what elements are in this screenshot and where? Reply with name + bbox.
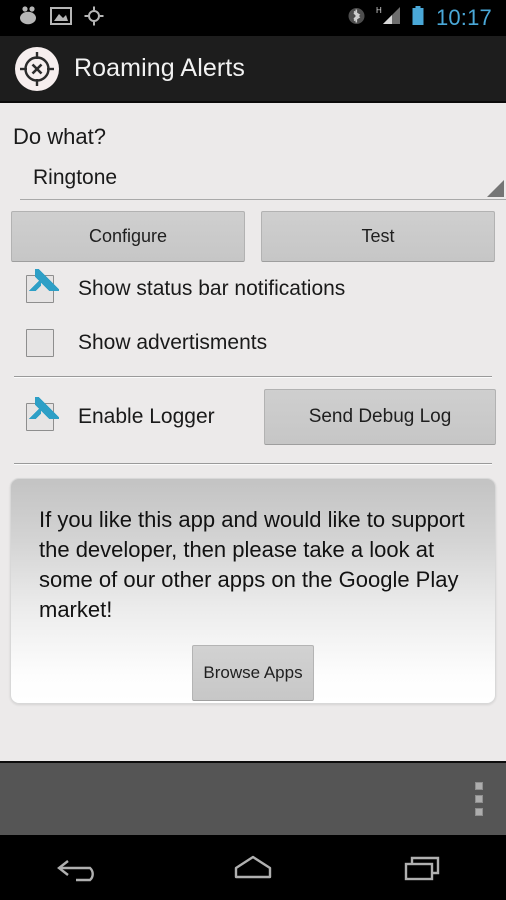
nav-back-button[interactable]: [0, 835, 169, 900]
spinner-selected-value: Ringtone: [33, 166, 118, 189]
navigation-bar: [0, 835, 506, 900]
show-advertisments-row[interactable]: Show advertisments: [10, 316, 496, 370]
page-title: Roaming Alerts: [74, 54, 245, 82]
overflow-menu-icon[interactable]: [460, 762, 506, 836]
gps-location-icon: [83, 6, 105, 31]
status-bar-clock: 10:17: [435, 5, 492, 30]
overflow-dot: [475, 808, 483, 816]
enable-logger-checkbox[interactable]: [26, 397, 60, 431]
show-advertisments-checkbox[interactable]: [26, 329, 54, 357]
svg-text:H: H: [376, 6, 382, 15]
configure-button[interactable]: Configure: [11, 211, 245, 262]
footprints-icon: [17, 5, 39, 31]
divider-lower: [14, 463, 492, 464]
overflow-dot: [475, 782, 483, 790]
show-status-bar-notifications-label: Show status bar notifications: [78, 277, 346, 300]
overflow-dot: [475, 795, 483, 803]
promo-text: If you like this app and would like to s…: [39, 507, 465, 622]
status-bar: H 10:17: [0, 0, 506, 36]
test-button[interactable]: Test: [261, 211, 495, 262]
system-bar: [0, 761, 506, 835]
status-bar-notification-icons: [8, 5, 105, 31]
enable-logger-label: Enable Logger: [78, 405, 215, 428]
show-status-bar-notifications-checkbox[interactable]: [26, 269, 60, 303]
target-crosshair-icon[interactable]: [14, 46, 60, 92]
show-status-bar-notifications-row[interactable]: Show status bar notifications: [10, 262, 496, 316]
settings-content: Do what? Ringtone Configure Test Show st…: [0, 105, 506, 760]
gallery-image-icon: [50, 6, 72, 31]
battery-icon: [411, 5, 425, 32]
nav-recents-button[interactable]: [337, 835, 506, 900]
promo-button-wrap: Browse Apps: [39, 645, 467, 701]
action-button-row: Configure Test: [10, 211, 496, 262]
signal-hspa-icon: H: [374, 5, 402, 32]
status-bar-system-icons: H 10:17: [348, 5, 498, 32]
browse-apps-button[interactable]: Browse Apps: [192, 645, 314, 701]
show-advertisments-label: Show advertisments: [78, 331, 268, 354]
bluetooth-icon: [348, 5, 365, 32]
do-what-label: Do what?: [13, 124, 106, 149]
nav-home-button[interactable]: [169, 835, 338, 900]
action-bar: Roaming Alerts: [0, 36, 506, 103]
action-type-spinner[interactable]: Ringtone: [20, 162, 506, 200]
promo-card: If you like this app and would like to s…: [10, 478, 496, 704]
send-debug-log-button[interactable]: Send Debug Log: [264, 389, 496, 445]
spinner-triangle-icon: [487, 180, 504, 197]
phone-screen: H 10:17 Roaming Alerts Do what? Ringtone…: [0, 0, 506, 900]
enable-logger-row: Enable Logger Send Debug Log: [10, 377, 496, 457]
